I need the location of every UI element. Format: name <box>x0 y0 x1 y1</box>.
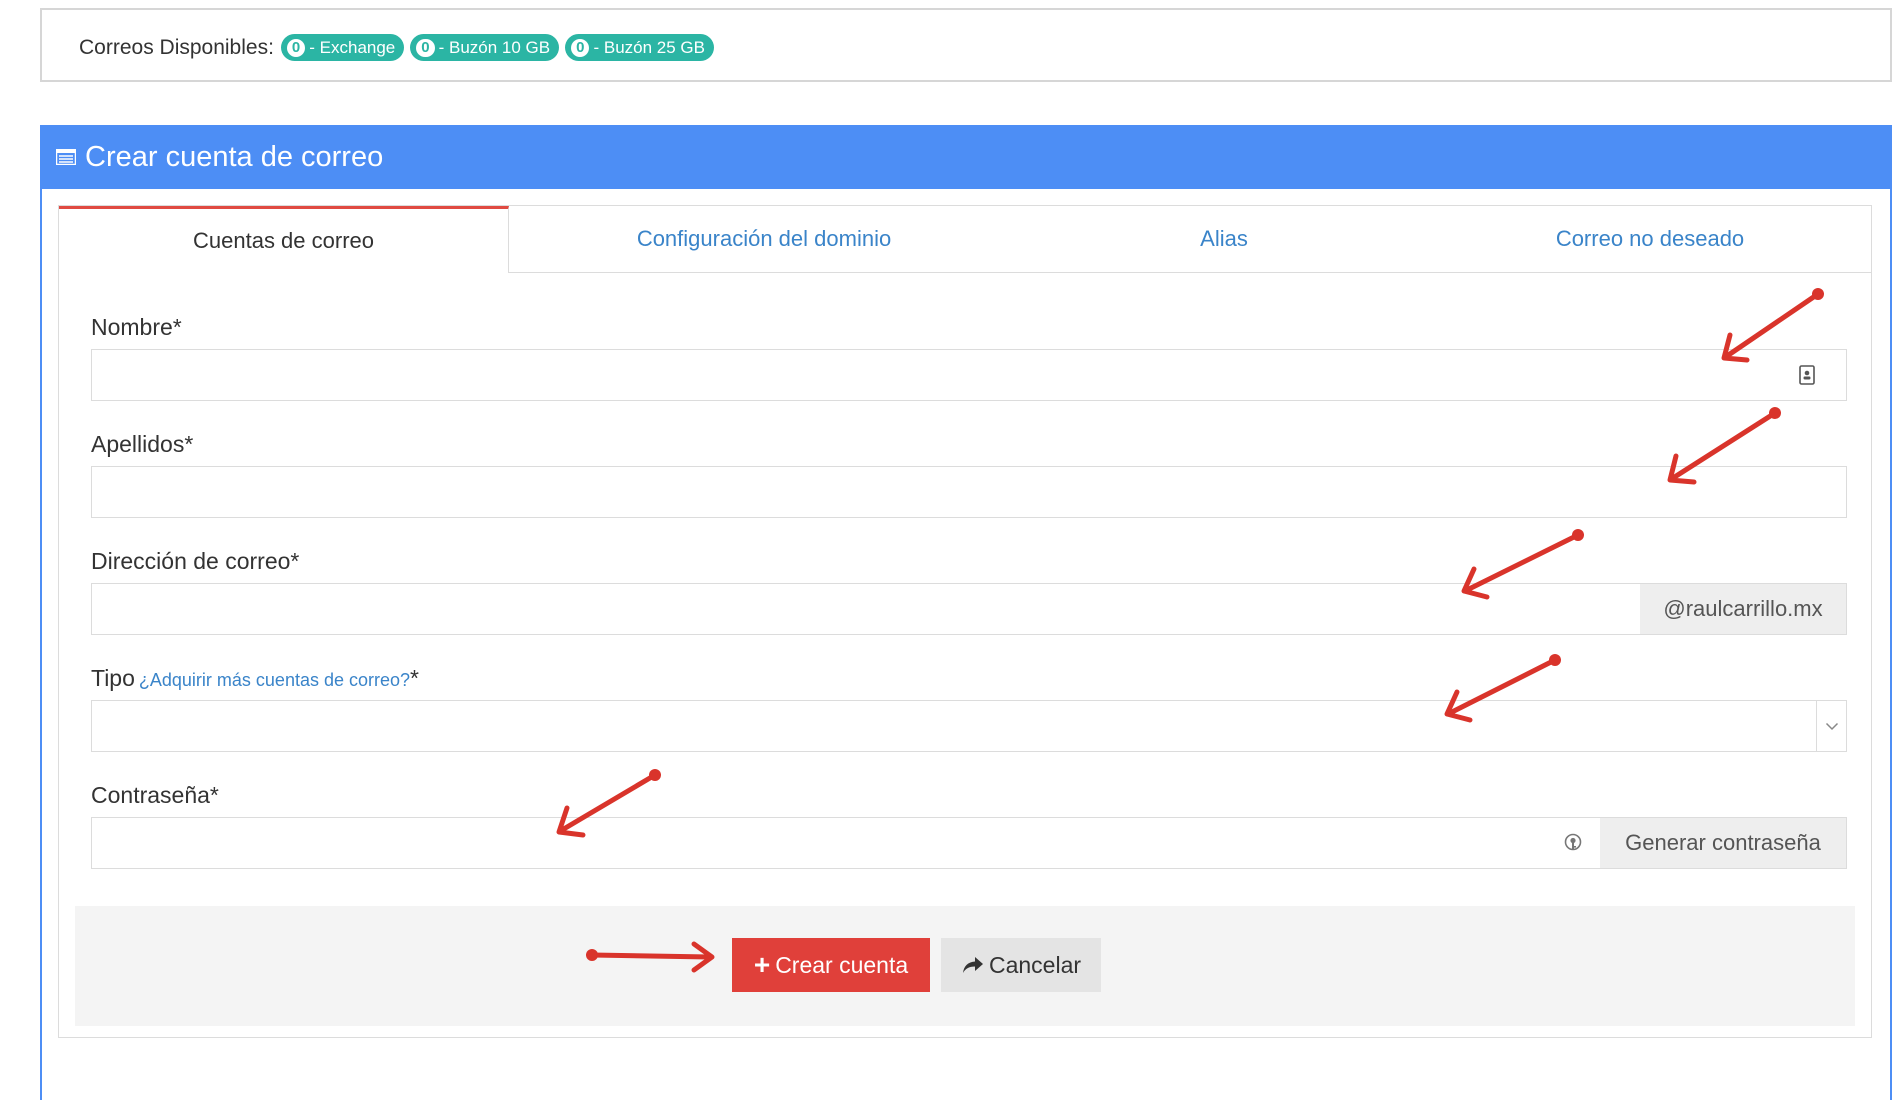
badge-buzon-10gb-text: - Buzón 10 GB <box>438 37 551 57</box>
create-account-button[interactable]: + Crear cuenta <box>732 938 930 992</box>
badge-buzon-25gb-text: - Buzón 25 GB <box>593 37 705 57</box>
badge-buzon-10gb-count: 0 <box>416 38 435 57</box>
cancel-button[interactable]: Cancelar <box>941 938 1101 992</box>
buy-more-accounts-link[interactable]: ¿Adquirir más cuentas de correo? <box>139 670 410 690</box>
nombre-label: Nombre* <box>91 314 182 340</box>
nombre-input[interactable] <box>91 349 1847 401</box>
apellidos-input[interactable] <box>91 466 1847 518</box>
correo-label: Dirección de correo* <box>91 548 300 574</box>
apellidos-label: Apellidos* <box>91 431 194 457</box>
available-mail-box: Correos Disponibles: 0 - Exchange 0 - Bu… <box>40 8 1892 82</box>
tipo-required-mark: * <box>410 665 419 691</box>
tab-email-accounts[interactable]: Cuentas de correo <box>59 206 509 273</box>
badge-buzon-10gb: 0 - Buzón 10 GB <box>410 34 560 61</box>
correo-input[interactable]: @raulcarrillo.mx <box>91 583 1847 635</box>
contrasena-label: Contraseña* <box>91 782 219 808</box>
tab-bar: Cuentas de correo Configuración del domi… <box>59 206 1871 273</box>
password-key-icon[interactable] <box>1562 832 1584 854</box>
plus-icon: + <box>753 949 771 980</box>
badge-exchange-text: - Exchange <box>309 37 396 57</box>
share-arrow-icon <box>962 957 983 973</box>
create-account-label: Crear cuenta <box>775 951 909 978</box>
tipo-select[interactable] <box>91 700 1847 752</box>
domain-suffix: @raulcarrillo.mx <box>1640 584 1846 634</box>
available-mail-line: Correos Disponibles: 0 - Exchange 0 - Bu… <box>79 34 720 61</box>
generate-password-button[interactable]: Generar contraseña <box>1600 818 1846 868</box>
page: Correos Disponibles: 0 - Exchange 0 - Bu… <box>0 0 1900 1100</box>
badge-buzon-25gb: 0 - Buzón 25 GB <box>565 34 714 61</box>
badge-exchange-count: 0 <box>286 38 306 57</box>
tab-alias[interactable]: Alias <box>1019 206 1429 272</box>
badge-buzon-25gb-count: 0 <box>571 38 590 57</box>
select-caret[interactable] <box>1816 701 1846 751</box>
create-account-panel: Crear cuenta de correo Cuentas de correo… <box>40 125 1892 1100</box>
list-alt-icon <box>56 149 76 165</box>
tab-domain-configuration[interactable]: Configuración del dominio <box>509 206 1019 272</box>
tipo-label-text: Tipo <box>91 665 135 691</box>
contrasena-input[interactable]: Generar contraseña <box>91 817 1847 869</box>
cancel-label: Cancelar <box>988 951 1082 978</box>
contact-card-icon[interactable] <box>1796 364 1818 386</box>
available-mail-label: Correos Disponibles: <box>79 35 274 59</box>
chevron-down-icon <box>1825 722 1838 730</box>
badge-exchange: 0 - Exchange <box>280 34 405 61</box>
tab-card: Cuentas de correo Configuración del domi… <box>58 205 1872 1038</box>
panel-title: Crear cuenta de correo <box>85 140 384 173</box>
tab-spam[interactable]: Correo no deseado <box>1429 206 1871 272</box>
tipo-label: Tipo ¿Adquirir más cuentas de correo?* <box>91 665 419 692</box>
panel-header: Crear cuenta de correo <box>40 125 1892 189</box>
form-actions: + Crear cuenta Cancelar <box>75 906 1855 1026</box>
